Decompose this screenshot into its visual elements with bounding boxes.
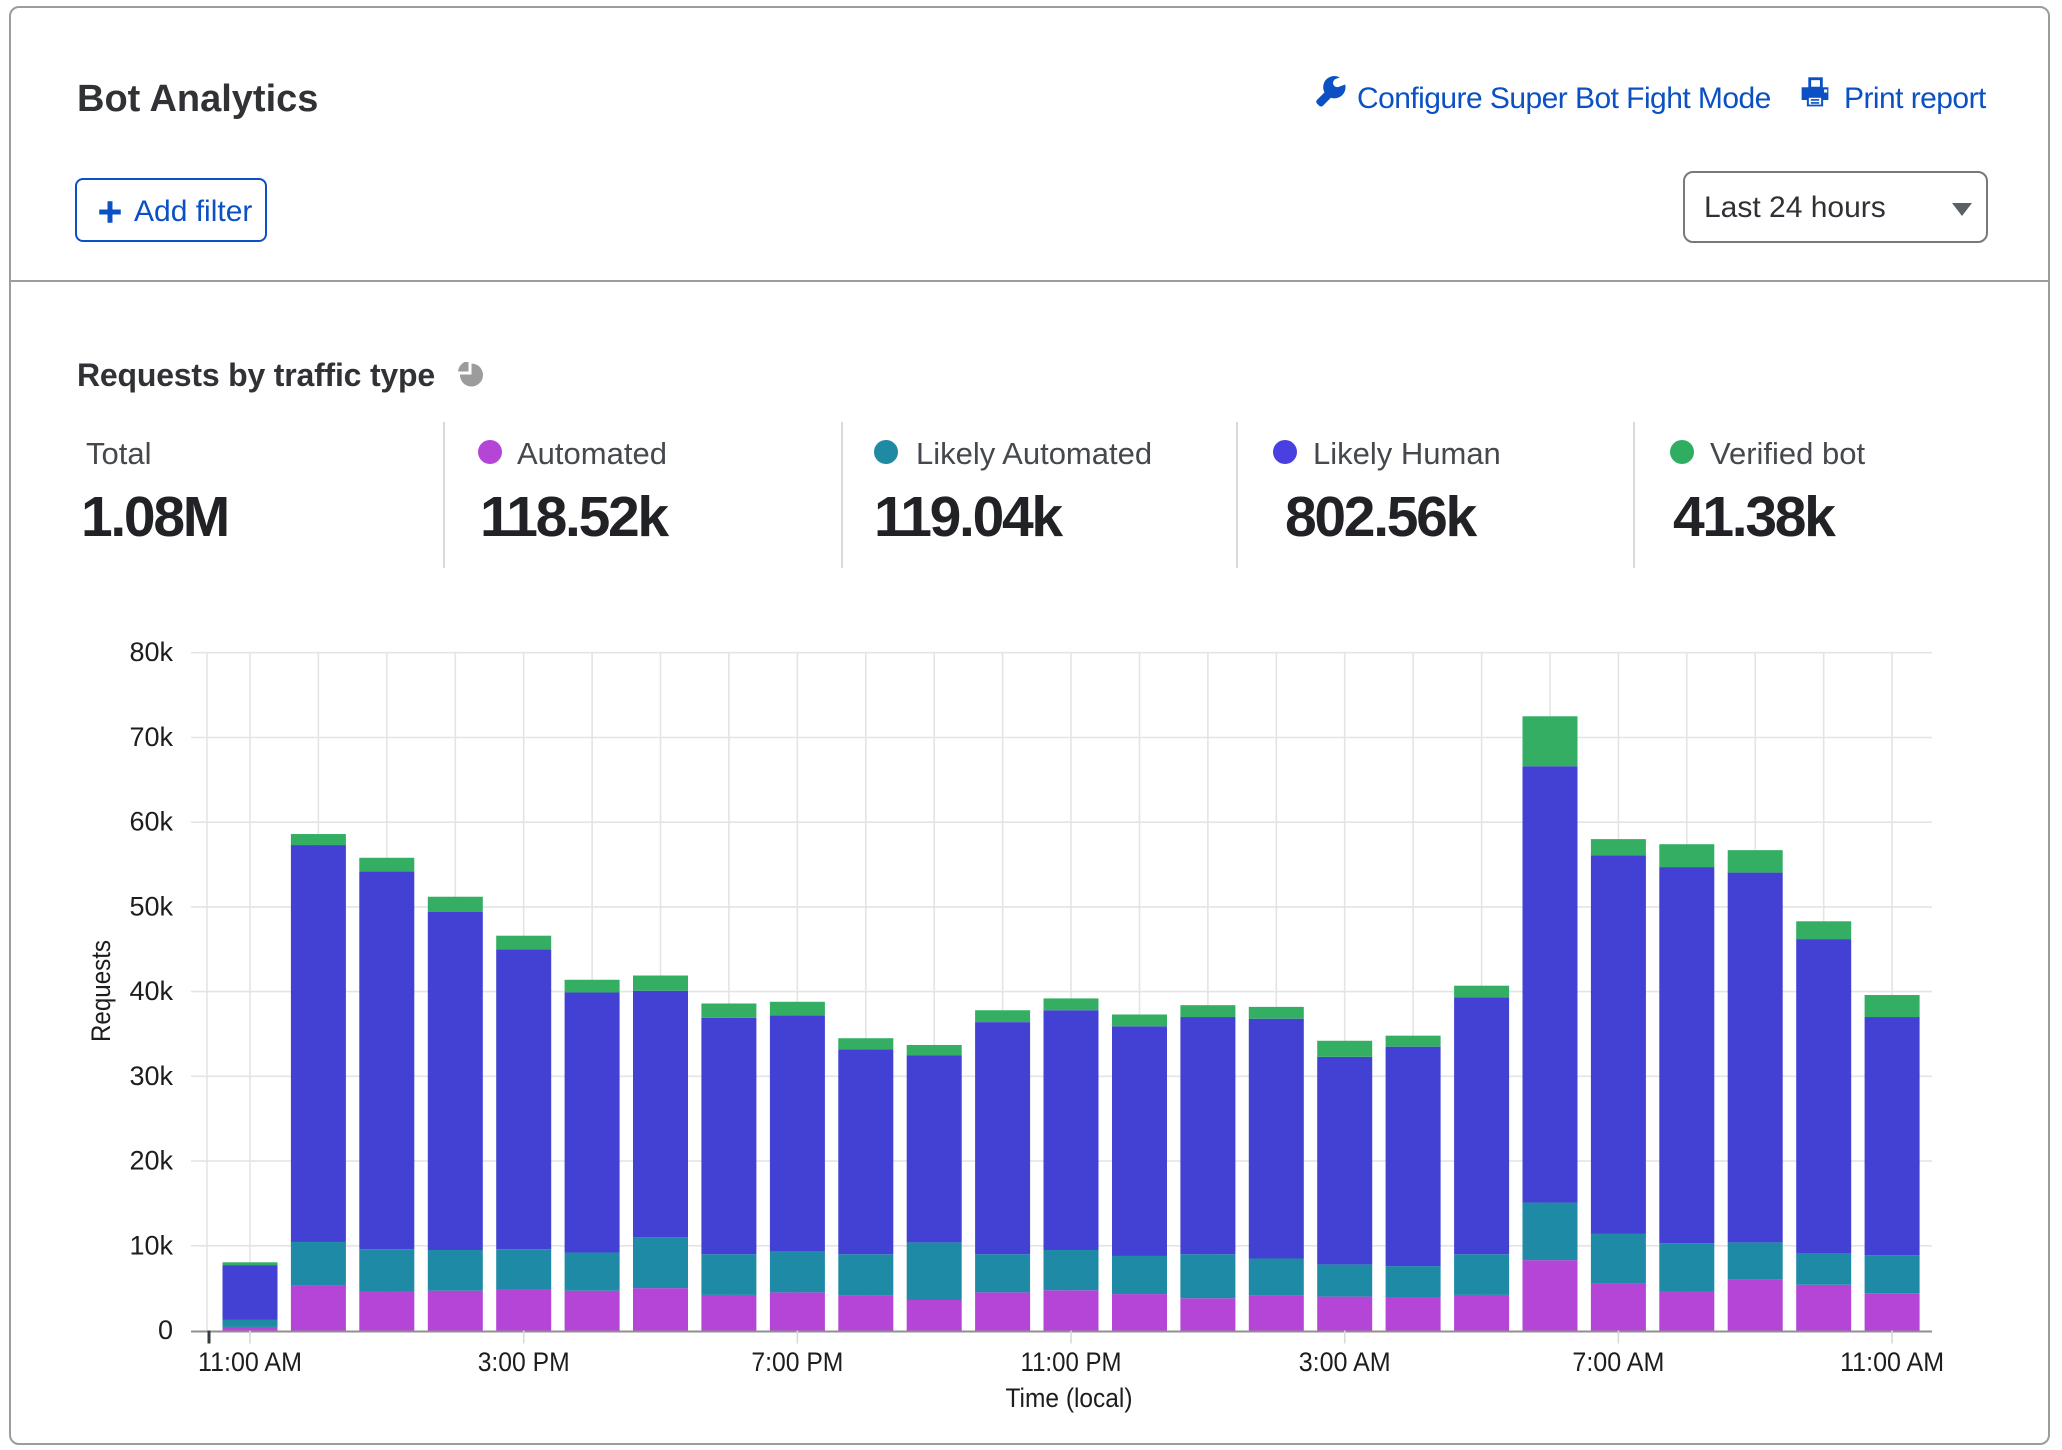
svg-text:Time (local): Time (local) [1006, 1383, 1133, 1413]
svg-text:60k: 60k [129, 807, 173, 837]
svg-text:50k: 50k [129, 891, 173, 921]
svg-text:70k: 70k [129, 722, 173, 752]
svg-text:7:00 PM: 7:00 PM [751, 1347, 843, 1377]
svg-text:11:00 AM: 11:00 AM [1840, 1347, 1944, 1377]
svg-text:40k: 40k [129, 976, 173, 1006]
svg-text:80k: 80k [129, 637, 173, 667]
svg-text:11:00 AM: 11:00 AM [198, 1347, 302, 1377]
svg-text:11:00 PM: 11:00 PM [1021, 1347, 1122, 1377]
svg-text:3:00 PM: 3:00 PM [478, 1347, 570, 1377]
svg-text:7:00 AM: 7:00 AM [1572, 1347, 1664, 1377]
svg-text:20k: 20k [129, 1146, 173, 1176]
svg-text:Requests: Requests [86, 940, 116, 1042]
svg-text:30k: 30k [129, 1061, 173, 1091]
svg-text:3:00 AM: 3:00 AM [1299, 1347, 1391, 1377]
svg-text:0: 0 [158, 1315, 173, 1345]
svg-text:10k: 10k [129, 1230, 173, 1260]
